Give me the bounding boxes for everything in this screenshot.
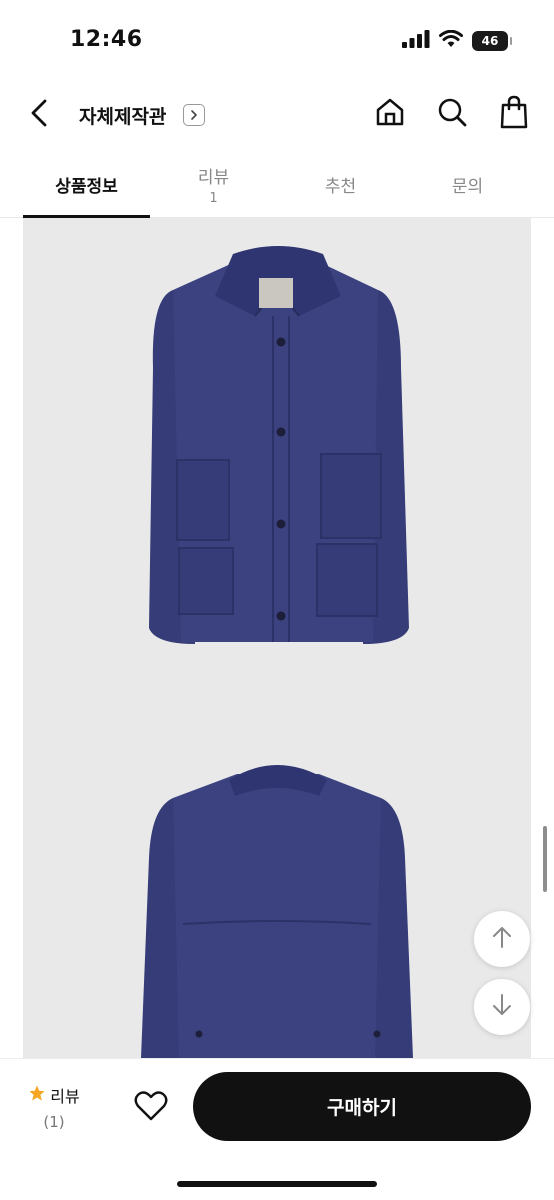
review-count: (1) bbox=[43, 1113, 65, 1131]
scroll-bottom-button[interactable] bbox=[474, 979, 530, 1035]
status-bar: 12:46 46 bbox=[0, 0, 554, 80]
search-icon bbox=[436, 96, 468, 132]
star-icon bbox=[28, 1084, 46, 1106]
review-summary[interactable]: 리뷰 (1) bbox=[22, 1083, 86, 1131]
header: 자체제작관 bbox=[0, 80, 554, 150]
tab-label: 상품정보 bbox=[55, 176, 118, 197]
back-button[interactable] bbox=[22, 96, 56, 134]
jacket-back-image bbox=[141, 765, 413, 1058]
shop-name[interactable]: 자체제작관 bbox=[79, 102, 166, 129]
tab-recommend[interactable]: 추천 bbox=[277, 150, 404, 218]
status-time: 12:46 bbox=[70, 27, 143, 52]
home-button[interactable] bbox=[372, 96, 408, 132]
tab-review-count: 1 bbox=[209, 190, 218, 206]
scroll-top-button[interactable] bbox=[474, 911, 530, 967]
battery-icon: 46 bbox=[472, 31, 512, 51]
wishlist-button[interactable] bbox=[130, 1087, 172, 1129]
tab-label: 리뷰 bbox=[197, 167, 230, 188]
signal-icon bbox=[402, 30, 430, 52]
product-tabs: 상품정보 리뷰 1 추천 문의 bbox=[0, 150, 554, 218]
scrollbar[interactable] bbox=[543, 826, 547, 892]
product-image-area[interactable] bbox=[23, 218, 531, 1058]
jacket-front-image bbox=[149, 246, 409, 644]
cart-button[interactable] bbox=[496, 95, 532, 133]
tab-label: 문의 bbox=[451, 176, 484, 197]
tab-review[interactable]: 리뷰 1 bbox=[150, 150, 277, 218]
search-button[interactable] bbox=[434, 96, 470, 132]
chevron-right-icon bbox=[189, 106, 199, 125]
tab-product-info[interactable]: 상품정보 bbox=[23, 150, 150, 218]
bottom-action-bar: 리뷰 (1) 구매하기 bbox=[0, 1058, 554, 1200]
shopping-bag-icon bbox=[498, 95, 530, 133]
review-label: 리뷰 bbox=[50, 1087, 80, 1106]
home-indicator bbox=[177, 1181, 377, 1187]
home-icon bbox=[374, 96, 406, 132]
tab-inquiry[interactable]: 문의 bbox=[404, 150, 531, 218]
shop-link-button[interactable] bbox=[183, 104, 205, 126]
wifi-icon bbox=[439, 29, 463, 52]
product-images bbox=[141, 246, 413, 1058]
status-icons: 46 bbox=[402, 29, 512, 52]
tab-label: 추천 bbox=[324, 176, 357, 197]
arrow-down-icon bbox=[491, 993, 513, 1021]
back-arrow-icon bbox=[29, 98, 49, 132]
buy-button[interactable]: 구매하기 bbox=[193, 1072, 531, 1141]
arrow-up-icon bbox=[491, 925, 513, 953]
heart-icon bbox=[134, 1091, 168, 1125]
